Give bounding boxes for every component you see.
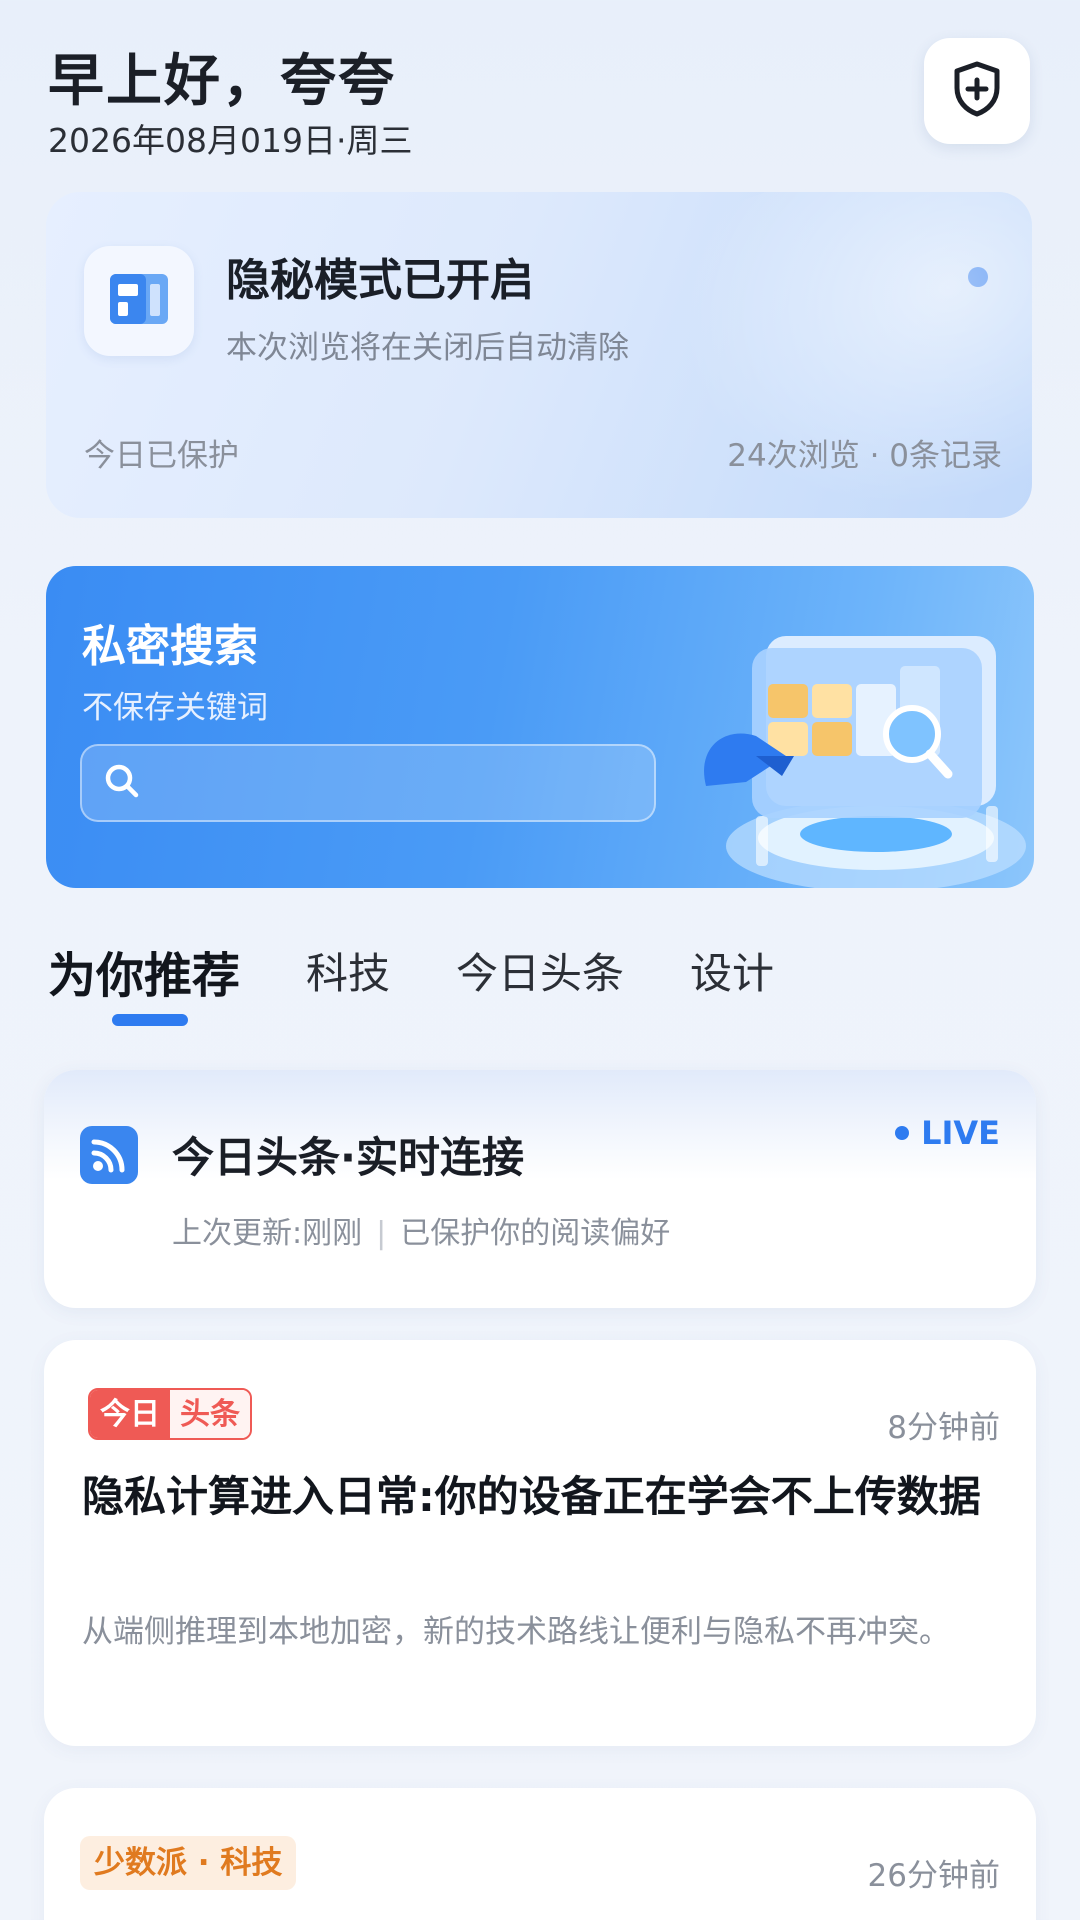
browse-stats: 24次浏览 · 0条记录 [727,438,1002,474]
greeting-title: 早上好，夸夸 [48,49,396,114]
search-icon [102,761,142,805]
article-title: 隐私计算进入日常:你的设备正在学会不上传数据 [82,1472,981,1521]
incognito-icon-box [84,246,194,356]
last-updated-label: 上次更新:刚刚 [172,1216,363,1251]
tab-tech[interactable]: 科技 [306,940,390,1001]
incognito-window-icon [106,270,172,332]
protected-today-label: 今日已保护 [84,438,239,474]
category-tabs: 为你推荐 科技 今日头条 设计 [48,940,840,1020]
live-connection-card[interactable]: 今日头条·实时连接 LIVE 上次更新:刚刚 | 已保护你的阅读偏好 [44,1070,1036,1308]
rss-icon [80,1126,138,1184]
source-tag-part-a: 今日 [90,1390,170,1438]
live-dot [895,1126,910,1140]
source-tag-part-b: 头条 [170,1390,250,1438]
separator: | [376,1216,387,1251]
shield-plus-icon [952,61,1002,121]
incognito-subtitle: 本次浏览将在关闭后自动清除 [226,330,629,366]
incognito-title: 隐秘模式已开启 [226,255,534,306]
reading-protected-label: 已保护你的阅读偏好 [400,1216,671,1251]
search-illustration [686,606,1034,888]
live-badge: LIVE [895,1114,1000,1152]
tab-recommended[interactable]: 为你推荐 [48,936,240,1006]
article-card[interactable]: 今日 头条 8分钟前 隐私计算进入日常:你的设备正在学会不上传数据 从端侧推理到… [44,1340,1036,1746]
private-search-subtitle: 不保存关键词 [82,690,268,726]
search-input[interactable] [142,746,654,820]
article-time: 8分钟前 [887,1410,1000,1446]
private-search-card: 私密搜索 不保存关键词 [46,566,1034,888]
status-dot [968,267,988,287]
tab-headlines[interactable]: 今日头条 [456,940,624,1001]
source-tag: 少数派 · 科技 [80,1836,297,1890]
search-box[interactable] [80,744,656,822]
date-label: 2026年08月019日·周三 [48,121,413,160]
live-badge-label: LIVE [921,1114,1000,1152]
active-tab-indicator [112,1014,188,1026]
incognito-status-card[interactable]: 隐秘模式已开启 本次浏览将在关闭后自动清除 今日已保护 24次浏览 · 0条记录 [46,192,1032,518]
live-card-subtitle: 上次更新:刚刚 | 已保护你的阅读偏好 [172,1208,670,1252]
source-tag: 今日 头条 [88,1388,252,1440]
article-description: 从端侧推理到本地加密，新的技术路线让便利与隐私不再冲突。 [82,1614,950,1650]
tab-design[interactable]: 设计 [690,940,774,1001]
article-card[interactable]: 少数派 · 科技 26分钟前 [44,1788,1036,1920]
private-search-title: 私密搜索 [82,621,258,672]
live-card-title: 今日头条·实时连接 [172,1133,524,1182]
article-time: 26分钟前 [867,1858,1000,1894]
shield-add-button[interactable] [924,38,1030,144]
